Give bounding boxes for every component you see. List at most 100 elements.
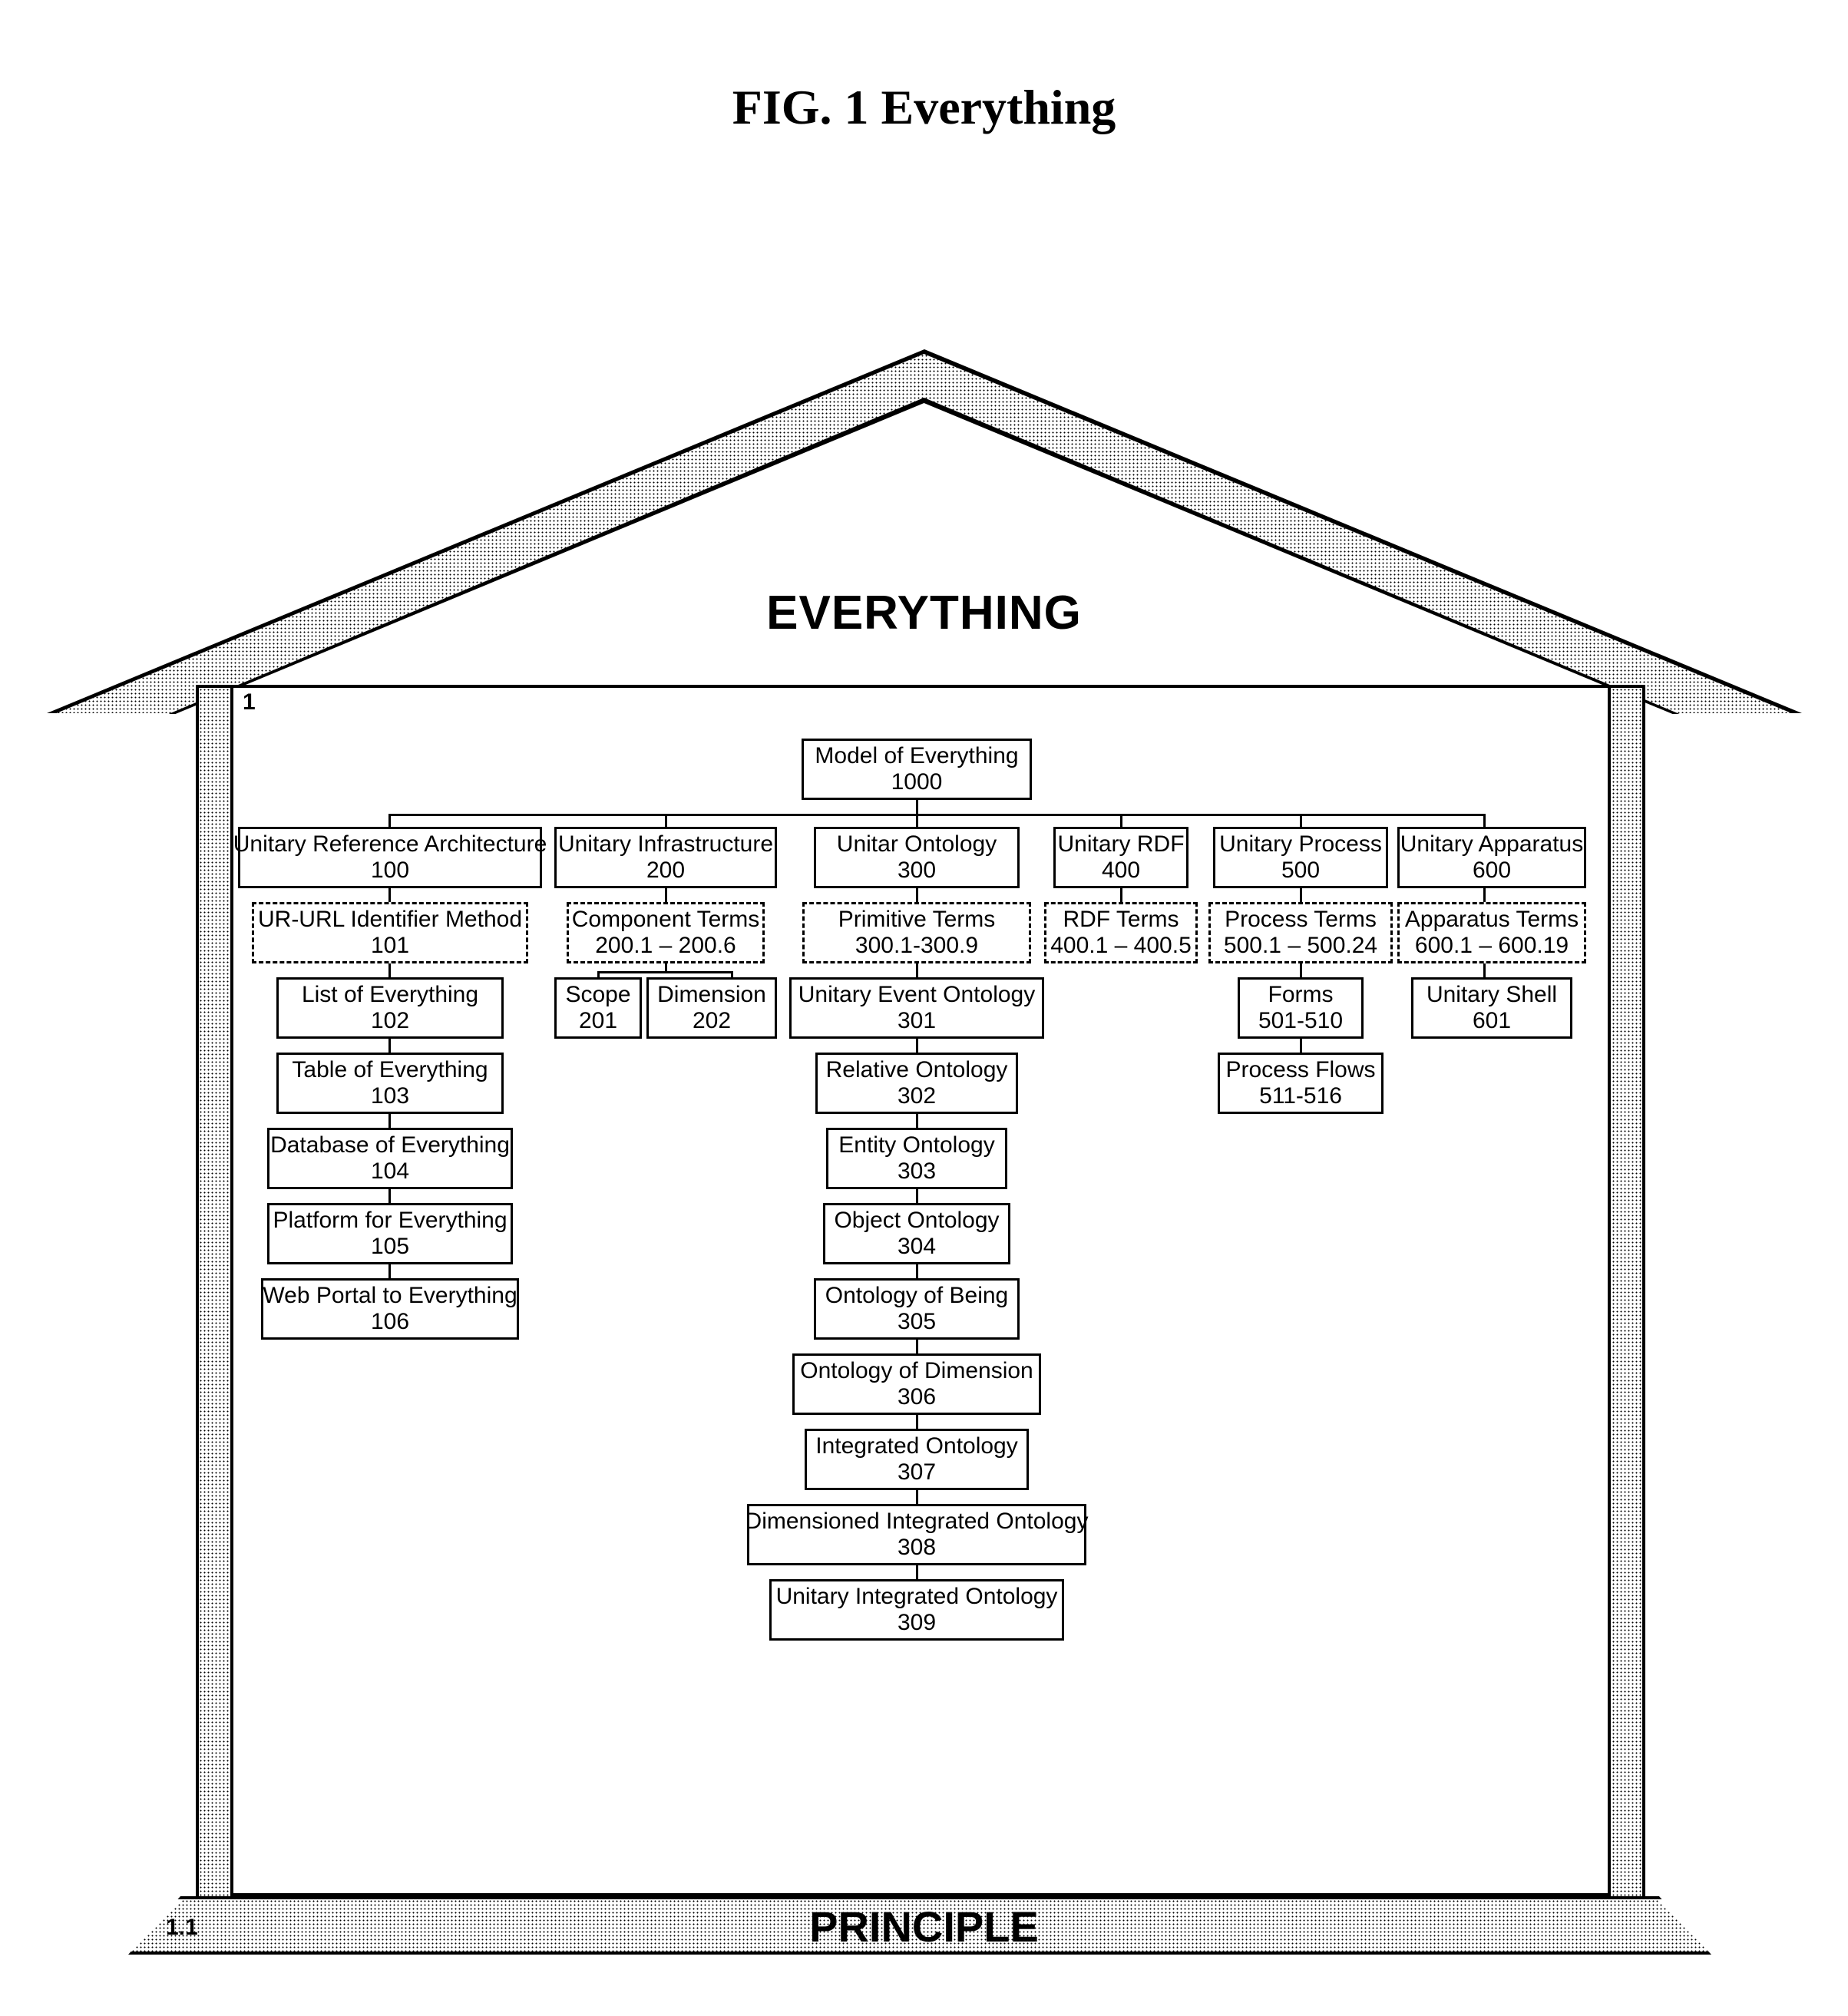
node-col3-item: Ontology of Being 305 <box>814 1278 1020 1340</box>
connector <box>388 814 1484 816</box>
connector <box>597 971 732 973</box>
node-number: 302 <box>898 1083 936 1110</box>
connector <box>1300 814 1302 827</box>
node-number: 306 <box>898 1384 936 1411</box>
node-label: Apparatus Terms <box>1405 907 1579 934</box>
node-number: 106 <box>371 1309 409 1336</box>
connector <box>388 1189 391 1203</box>
node-number: 303 <box>898 1158 936 1185</box>
node-number: 301 <box>898 1008 936 1035</box>
node-label: Ontology of Being <box>825 1283 1009 1310</box>
node-label: Unitary Apparatus <box>1400 831 1583 858</box>
connector <box>916 1565 918 1579</box>
node-col3-head: Unitar Ontology 300 <box>814 827 1020 888</box>
node-col5-terms: Process Terms 500.1 – 500.24 <box>1208 902 1393 963</box>
node-col1-item: Platform for Everything 105 <box>267 1203 513 1264</box>
node-label: Unitary RDF <box>1058 831 1185 858</box>
node-number: 304 <box>898 1234 936 1261</box>
node-col3-item: Dimensioned Integrated Ontology 308 <box>747 1504 1086 1565</box>
connector <box>388 1039 391 1053</box>
node-col3-item: Object Ontology 304 <box>823 1203 1010 1264</box>
node-label: Object Ontology <box>834 1208 999 1234</box>
node-number: 102 <box>371 1008 409 1035</box>
connector <box>388 1264 391 1278</box>
connector <box>1300 1039 1302 1053</box>
node-col3-item: Entity Ontology 303 <box>826 1128 1007 1189</box>
connector <box>1300 888 1302 902</box>
node-col3-item: Ontology of Dimension 306 <box>792 1353 1041 1415</box>
connector <box>731 971 733 977</box>
node-number: 202 <box>693 1008 731 1035</box>
node-col1-item: Web Portal to Everything 106 <box>261 1278 519 1340</box>
node-col3-item: Relative Ontology 302 <box>815 1053 1018 1114</box>
node-label: Relative Ontology <box>826 1057 1008 1084</box>
node-col5-head: Unitary Process 500 <box>1213 827 1388 888</box>
node-number: 600.1 – 600.19 <box>1415 933 1569 960</box>
node-label: Scope <box>565 982 630 1009</box>
connector <box>1120 814 1122 827</box>
node-label: Unitary Infrastructure <box>558 831 773 858</box>
node-col6-item: Unitary Shell 601 <box>1411 977 1572 1039</box>
node-number: 309 <box>898 1610 936 1637</box>
node-col4-terms: RDF Terms 400.1 – 400.5 <box>1044 902 1198 963</box>
node-col2-scope: Scope 201 <box>554 977 642 1039</box>
node-label: Integrated Ontology <box>815 1433 1018 1460</box>
node-label: Unitary Event Ontology <box>798 982 1035 1009</box>
connector <box>916 1264 918 1278</box>
node-label: Unitar Ontology <box>837 831 997 858</box>
connector <box>916 1114 918 1128</box>
node-number: 500.1 – 500.24 <box>1224 933 1377 960</box>
node-number: 600 <box>1473 858 1511 884</box>
connector <box>916 1490 918 1504</box>
node-col5-item: Process Flows 511-516 <box>1218 1053 1384 1114</box>
node-col3-item: Unitary Event Ontology 301 <box>789 977 1044 1039</box>
node-col3-item: Unitary Integrated Ontology 309 <box>769 1579 1064 1641</box>
node-label: Dimensioned Integrated Ontology <box>745 1509 1089 1535</box>
connector <box>1483 963 1486 977</box>
node-label: Table of Everything <box>292 1057 488 1084</box>
node-number: 300.1-300.9 <box>855 933 978 960</box>
node-label: Unitary Process <box>1219 831 1382 858</box>
node-number: 200 <box>646 858 685 884</box>
node-label: Primitive Terms <box>838 907 995 934</box>
connector <box>388 963 391 977</box>
node-col2-terms: Component Terms 200.1 – 200.6 <box>567 902 765 963</box>
node-number: 511-516 <box>1259 1083 1342 1110</box>
connector <box>665 888 667 902</box>
connector <box>916 1039 918 1053</box>
node-col2-head: Unitary Infrastructure 200 <box>554 827 777 888</box>
connector <box>388 814 391 827</box>
node-col1-item: Table of Everything 103 <box>276 1053 504 1114</box>
node-label: Forms <box>1268 982 1334 1009</box>
node-col5-item: Forms 501-510 <box>1238 977 1364 1039</box>
node-col6-terms: Apparatus Terms 600.1 – 600.19 <box>1397 902 1586 963</box>
connector <box>388 888 391 902</box>
node-number: 200.1 – 200.6 <box>595 933 736 960</box>
node-label: Unitary Integrated Ontology <box>776 1584 1058 1611</box>
node-col3-terms: Primitive Terms 300.1-300.9 <box>802 902 1031 963</box>
connector <box>916 1415 918 1429</box>
node-label: Process Flows <box>1225 1057 1375 1084</box>
node-label: List of Everything <box>302 982 478 1009</box>
node-label: UR-URL Identifier Method <box>258 907 522 934</box>
node-label: Entity Ontology <box>838 1132 994 1159</box>
node-col1-item: List of Everything 102 <box>276 977 504 1039</box>
diagram: Model of Everything 1000 Unitary Referen… <box>0 0 1848 2016</box>
connector <box>916 1189 918 1203</box>
connector <box>1483 814 1486 827</box>
node-number: 308 <box>898 1535 936 1562</box>
node-col4-head: Unitary RDF 400 <box>1053 827 1188 888</box>
node-label: Component Terms <box>572 907 760 934</box>
node-label: Unitary Reference Architecture <box>233 831 547 858</box>
connector <box>916 814 918 827</box>
node-label: Ontology of Dimension <box>800 1358 1033 1385</box>
node-number: 400.1 – 400.5 <box>1050 933 1192 960</box>
node-number: 500 <box>1281 858 1320 884</box>
node-label: Unitary Shell <box>1426 982 1557 1009</box>
node-number: 307 <box>898 1459 936 1486</box>
node-number: 305 <box>898 1309 936 1336</box>
connector <box>916 888 918 902</box>
node-label: Process Terms <box>1225 907 1377 934</box>
node-label: Web Portal to Everything <box>263 1283 517 1310</box>
node-number: 1000 <box>891 769 943 796</box>
